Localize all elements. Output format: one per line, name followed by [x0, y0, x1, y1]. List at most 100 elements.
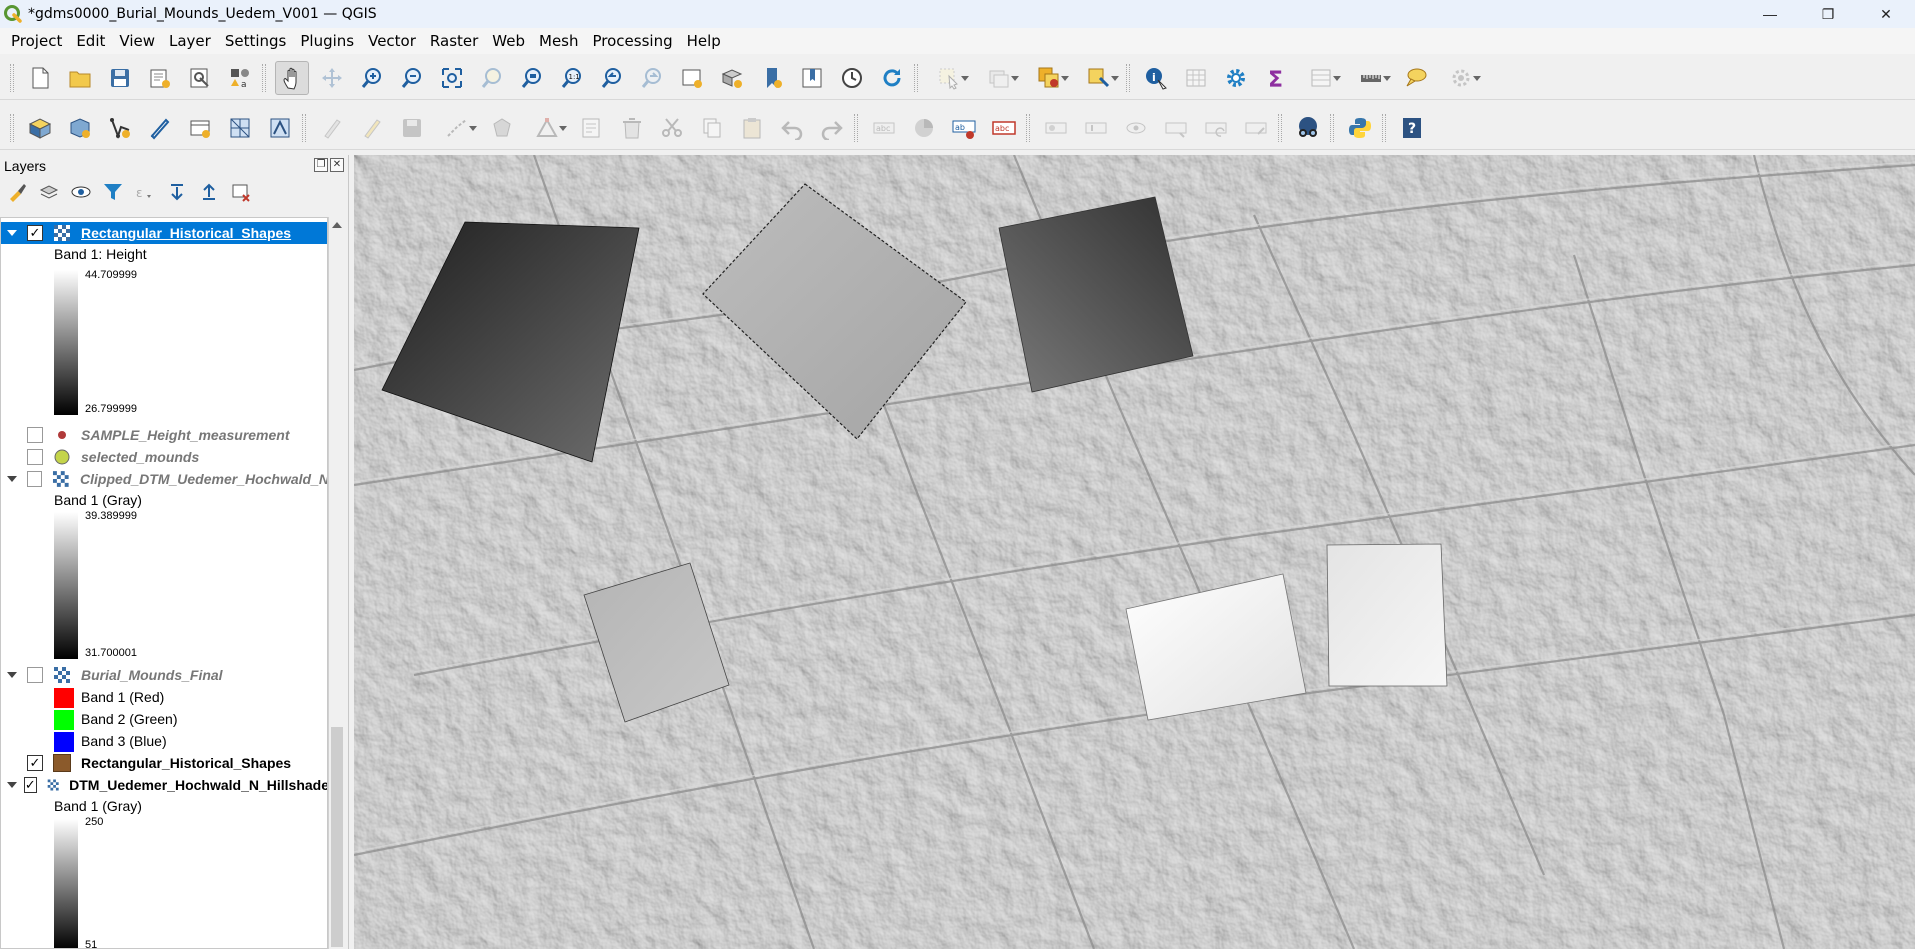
- new-project-button[interactable]: [23, 61, 57, 95]
- select-features-button[interactable]: [927, 61, 971, 95]
- copy-features-button[interactable]: [695, 111, 729, 145]
- open-attribute-table-button[interactable]: [1179, 61, 1213, 95]
- collapse-all-icon[interactable]: [198, 181, 220, 203]
- toggle-editing-button[interactable]: [355, 111, 389, 145]
- new-vector-tile-button[interactable]: [263, 111, 297, 145]
- digitizing-pen-button[interactable]: [143, 111, 177, 145]
- delete-selected-button[interactable]: [615, 111, 649, 145]
- new-geopackage-button[interactable]: [63, 111, 97, 145]
- help-contents-button[interactable]: ?: [1395, 111, 1429, 145]
- change-label-button[interactable]: [1239, 111, 1273, 145]
- menu-processing[interactable]: Processing: [586, 32, 680, 50]
- menu-raster[interactable]: Raster: [423, 32, 485, 50]
- zoom-in-button[interactable]: [355, 61, 389, 95]
- style-brush-icon[interactable]: [6, 181, 28, 203]
- layer-visibility-checkbox[interactable]: [26, 471, 43, 487]
- highlight-pinned-labels-button[interactable]: [1039, 111, 1073, 145]
- toolbar-handle[interactable]: [1330, 113, 1334, 142]
- layout-manager-button[interactable]: [183, 61, 217, 95]
- layer-row-sample-height[interactable]: SAMPLE_Height_measurement: [1, 424, 327, 446]
- save-project-button[interactable]: [103, 61, 137, 95]
- menu-web[interactable]: Web: [485, 32, 532, 50]
- layer-name[interactable]: Rectangular_Historical_Shapes: [81, 755, 291, 771]
- pan-map-button[interactable]: [275, 60, 309, 95]
- toolbar-handle[interactable]: [914, 63, 918, 92]
- collapse-arrow-icon[interactable]: [7, 474, 17, 484]
- restore-button[interactable]: ❐: [1799, 0, 1857, 28]
- toolbar-handle[interactable]: [10, 113, 14, 142]
- data-source-manager-button[interactable]: [23, 111, 57, 145]
- open-project-button[interactable]: [63, 61, 97, 95]
- toolbar-handle[interactable]: [10, 63, 14, 92]
- current-edits-button[interactable]: [315, 111, 349, 145]
- select-by-location-button[interactable]: [1027, 61, 1071, 95]
- digitize-line-button[interactable]: [435, 111, 479, 145]
- new-map-view-button[interactable]: [675, 61, 709, 95]
- layer-row-rectangular-historical-shapes[interactable]: ✓ Rectangular_Historical_Shapes: [1, 222, 327, 244]
- close-button[interactable]: ✕: [1857, 0, 1915, 28]
- pin-unpin-labels-button[interactable]: [1079, 111, 1113, 145]
- layer-row-burial-mounds-final[interactable]: Burial_Mounds_Final: [1, 664, 327, 686]
- layer-visibility-checkbox[interactable]: [27, 427, 43, 443]
- pan-to-selection-button[interactable]: [315, 61, 349, 95]
- style-manager-button[interactable]: a: [223, 61, 257, 95]
- toolbar-handle[interactable]: [1382, 113, 1386, 142]
- collapse-arrow-icon[interactable]: [7, 670, 17, 680]
- rotate-label-button[interactable]: [1199, 111, 1233, 145]
- menu-project[interactable]: Project: [4, 32, 69, 50]
- menu-help[interactable]: Help: [680, 32, 728, 50]
- temporal-controller-button[interactable]: [835, 61, 869, 95]
- layer-visibility-checkbox[interactable]: [27, 449, 43, 465]
- select-by-value-button[interactable]: [1077, 61, 1121, 95]
- layer-visibility-checkbox[interactable]: [27, 667, 43, 683]
- add-polygon-button[interactable]: [485, 111, 519, 145]
- layer-name[interactable]: SAMPLE_Height_measurement: [81, 427, 290, 443]
- eye-icon[interactable]: [70, 181, 92, 203]
- menu-mesh[interactable]: Mesh: [532, 32, 586, 50]
- add-group-icon[interactable]: [38, 181, 60, 203]
- scroll-thumb[interactable]: [331, 727, 343, 947]
- scroll-up-arrow-icon[interactable]: [329, 217, 345, 233]
- layer-visibility-checkbox[interactable]: ✓: [27, 225, 43, 241]
- layer-diagram-button[interactable]: abc: [987, 111, 1021, 145]
- paste-features-button[interactable]: [735, 111, 769, 145]
- zoom-last-button[interactable]: [595, 61, 629, 95]
- zoom-next-button[interactable]: [635, 61, 669, 95]
- layer-name[interactable]: DTM_Uedemer_Hochwald_N_Hillshade: [69, 777, 327, 793]
- show-bookmarks-button[interactable]: [795, 61, 829, 95]
- collapse-arrow-icon[interactable]: [7, 228, 17, 238]
- diagram-tool-button[interactable]: [907, 111, 941, 145]
- new-3d-view-button[interactable]: [715, 61, 749, 95]
- toolbar-handle[interactable]: [854, 113, 858, 142]
- toolbar-handle[interactable]: [262, 63, 266, 92]
- plugin-tool-button[interactable]: [1291, 111, 1325, 145]
- collapse-arrow-icon[interactable]: [7, 780, 17, 790]
- undo-button[interactable]: [775, 111, 809, 145]
- layer-labeling-button[interactable]: ab: [947, 111, 981, 145]
- remove-layer-icon[interactable]: [230, 181, 252, 203]
- show-map-tips-button[interactable]: [1399, 61, 1433, 95]
- gps-tools-button[interactable]: [1439, 61, 1483, 95]
- vertex-tool-button[interactable]: [525, 111, 569, 145]
- filter-expression-icon[interactable]: ε: [134, 181, 156, 203]
- layer-name[interactable]: Burial_Mounds_Final: [81, 667, 223, 683]
- cut-features-button[interactable]: [655, 111, 689, 145]
- zoom-out-button[interactable]: [395, 61, 429, 95]
- layer-name[interactable]: Clipped_DTM_Uedemer_Hochwald_N: [80, 471, 327, 487]
- menu-layer[interactable]: Layer: [162, 32, 218, 50]
- new-mesh-layer-button[interactable]: [223, 111, 257, 145]
- layer-row-dtm-hillshade[interactable]: ✓ DTM_Uedemer_Hochwald_N_Hillshade: [1, 774, 327, 796]
- zoom-to-selection-button[interactable]: [475, 61, 509, 95]
- processing-toolbox-button[interactable]: [1219, 61, 1253, 95]
- python-console-button[interactable]: [1343, 111, 1377, 145]
- new-virtual-layer-button[interactable]: [183, 111, 217, 145]
- filter-icon[interactable]: [102, 181, 124, 203]
- toolbar-handle[interactable]: [1026, 113, 1030, 142]
- layer-row-rectangular-shapes-vector[interactable]: ✓ Rectangular_Historical_Shapes: [1, 752, 327, 774]
- new-bookmark-button[interactable]: [755, 61, 789, 95]
- zoom-native-button[interactable]: 1:1: [555, 61, 589, 95]
- label-tool-button[interactable]: abc: [867, 111, 901, 145]
- measure-line-button[interactable]: [1349, 61, 1393, 95]
- menu-view[interactable]: View: [112, 32, 162, 50]
- menu-vector[interactable]: Vector: [361, 32, 423, 50]
